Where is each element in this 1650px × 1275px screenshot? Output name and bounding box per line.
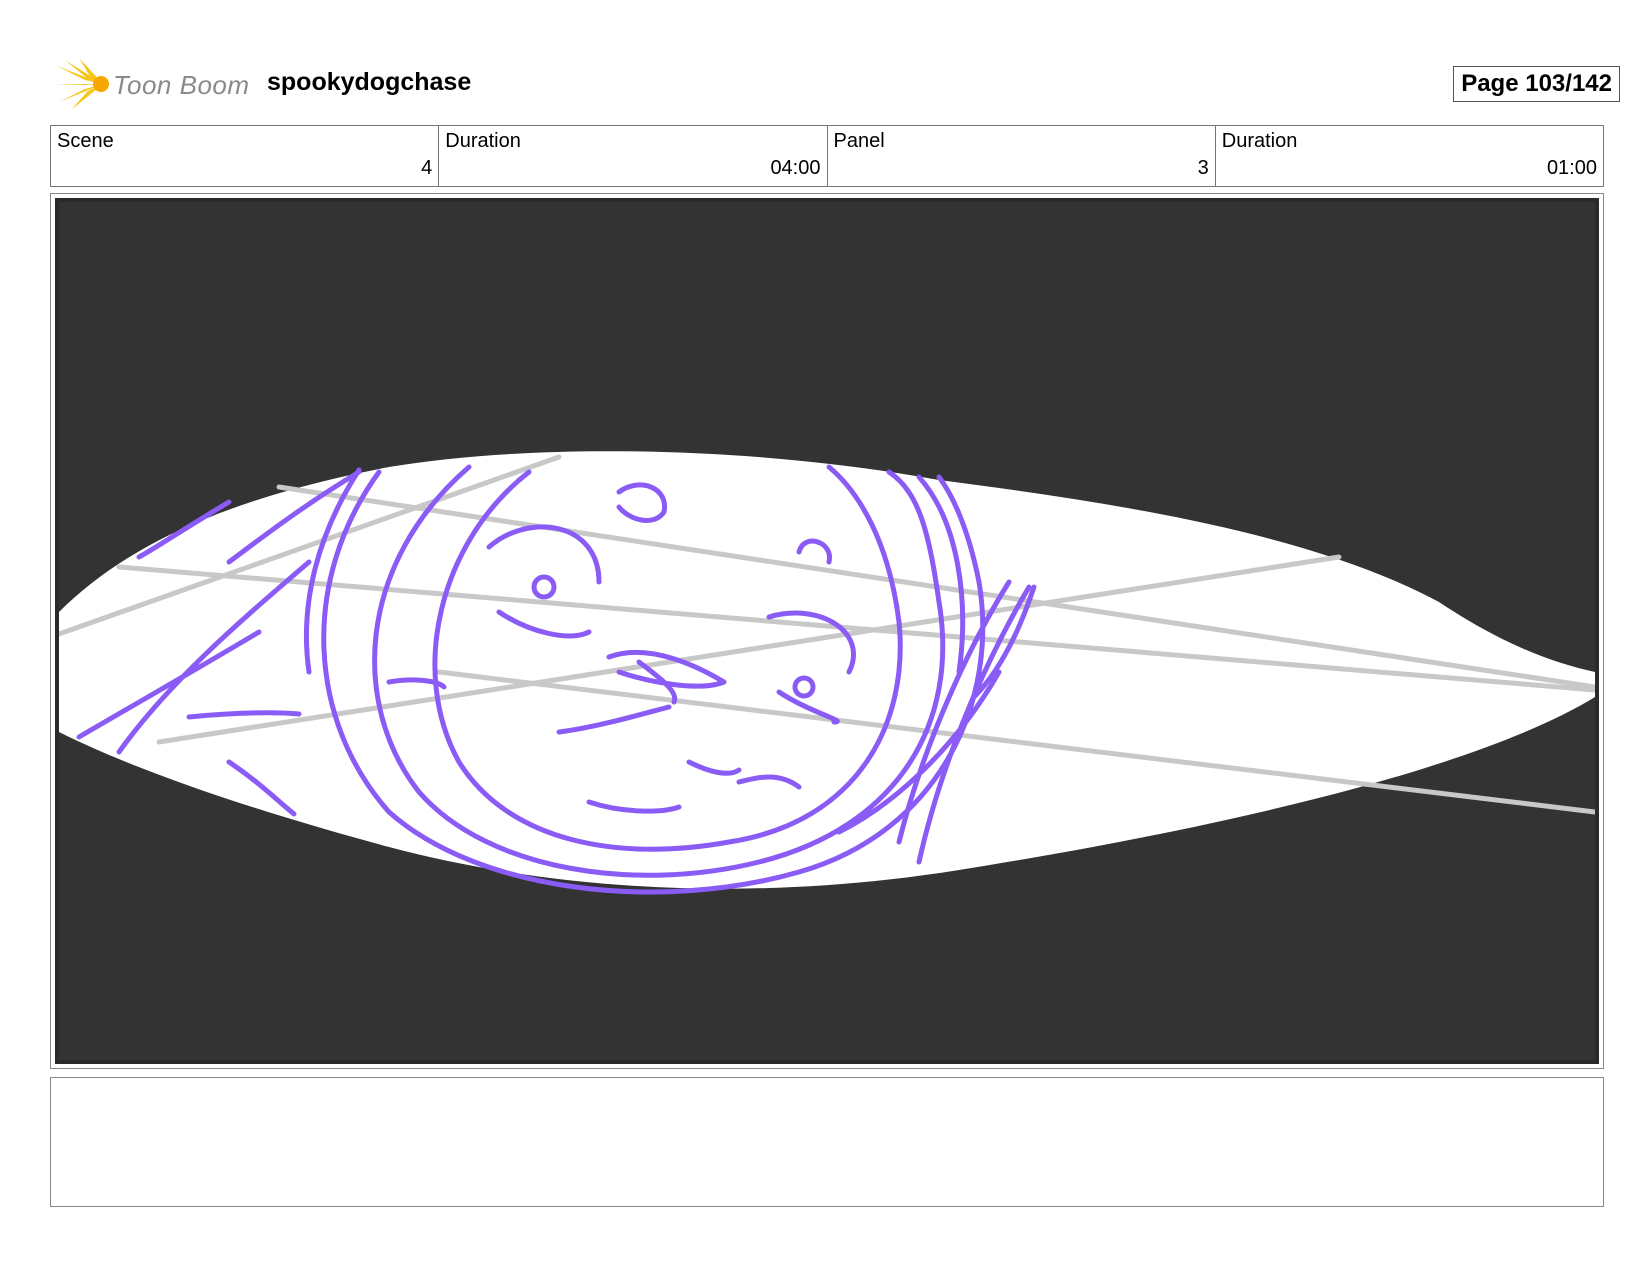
- scene-value: 4: [421, 157, 433, 179]
- panel-duration-value: 01:00: [1546, 157, 1597, 179]
- toon-boom-logo: Toon Boom: [55, 58, 255, 110]
- panel-info-table: Scene 4 Duration 04:00 Panel 3 Duration …: [50, 125, 1604, 187]
- starburst-icon: [55, 58, 109, 110]
- scene-cell: Scene 4: [51, 126, 440, 186]
- panel-duration-cell: Duration 01:00: [1216, 126, 1603, 186]
- page-number: Page 103/142: [1453, 66, 1620, 102]
- scene-label: Scene: [57, 130, 114, 152]
- storyboard-sketch: [59, 451, 1595, 895]
- panel-cell: Panel 3: [828, 126, 1216, 186]
- scene-duration-label: Duration: [445, 130, 521, 152]
- project-title: spookydogchase: [267, 68, 472, 96]
- panel-frame: [50, 193, 1604, 1069]
- page-header: Toon Boom spookydogchase Page 103/142: [50, 52, 1620, 112]
- logo-text: Toon Boom: [113, 70, 250, 100]
- scene-duration-value: 04:00: [770, 157, 821, 179]
- panel-value: 3: [1197, 157, 1209, 179]
- scene-duration-cell: Duration 04:00: [439, 126, 828, 186]
- panel-duration-label: Duration: [1221, 130, 1298, 152]
- panel-image: [55, 198, 1599, 1064]
- panel-notes: [50, 1077, 1604, 1207]
- panel-label: Panel: [833, 130, 885, 152]
